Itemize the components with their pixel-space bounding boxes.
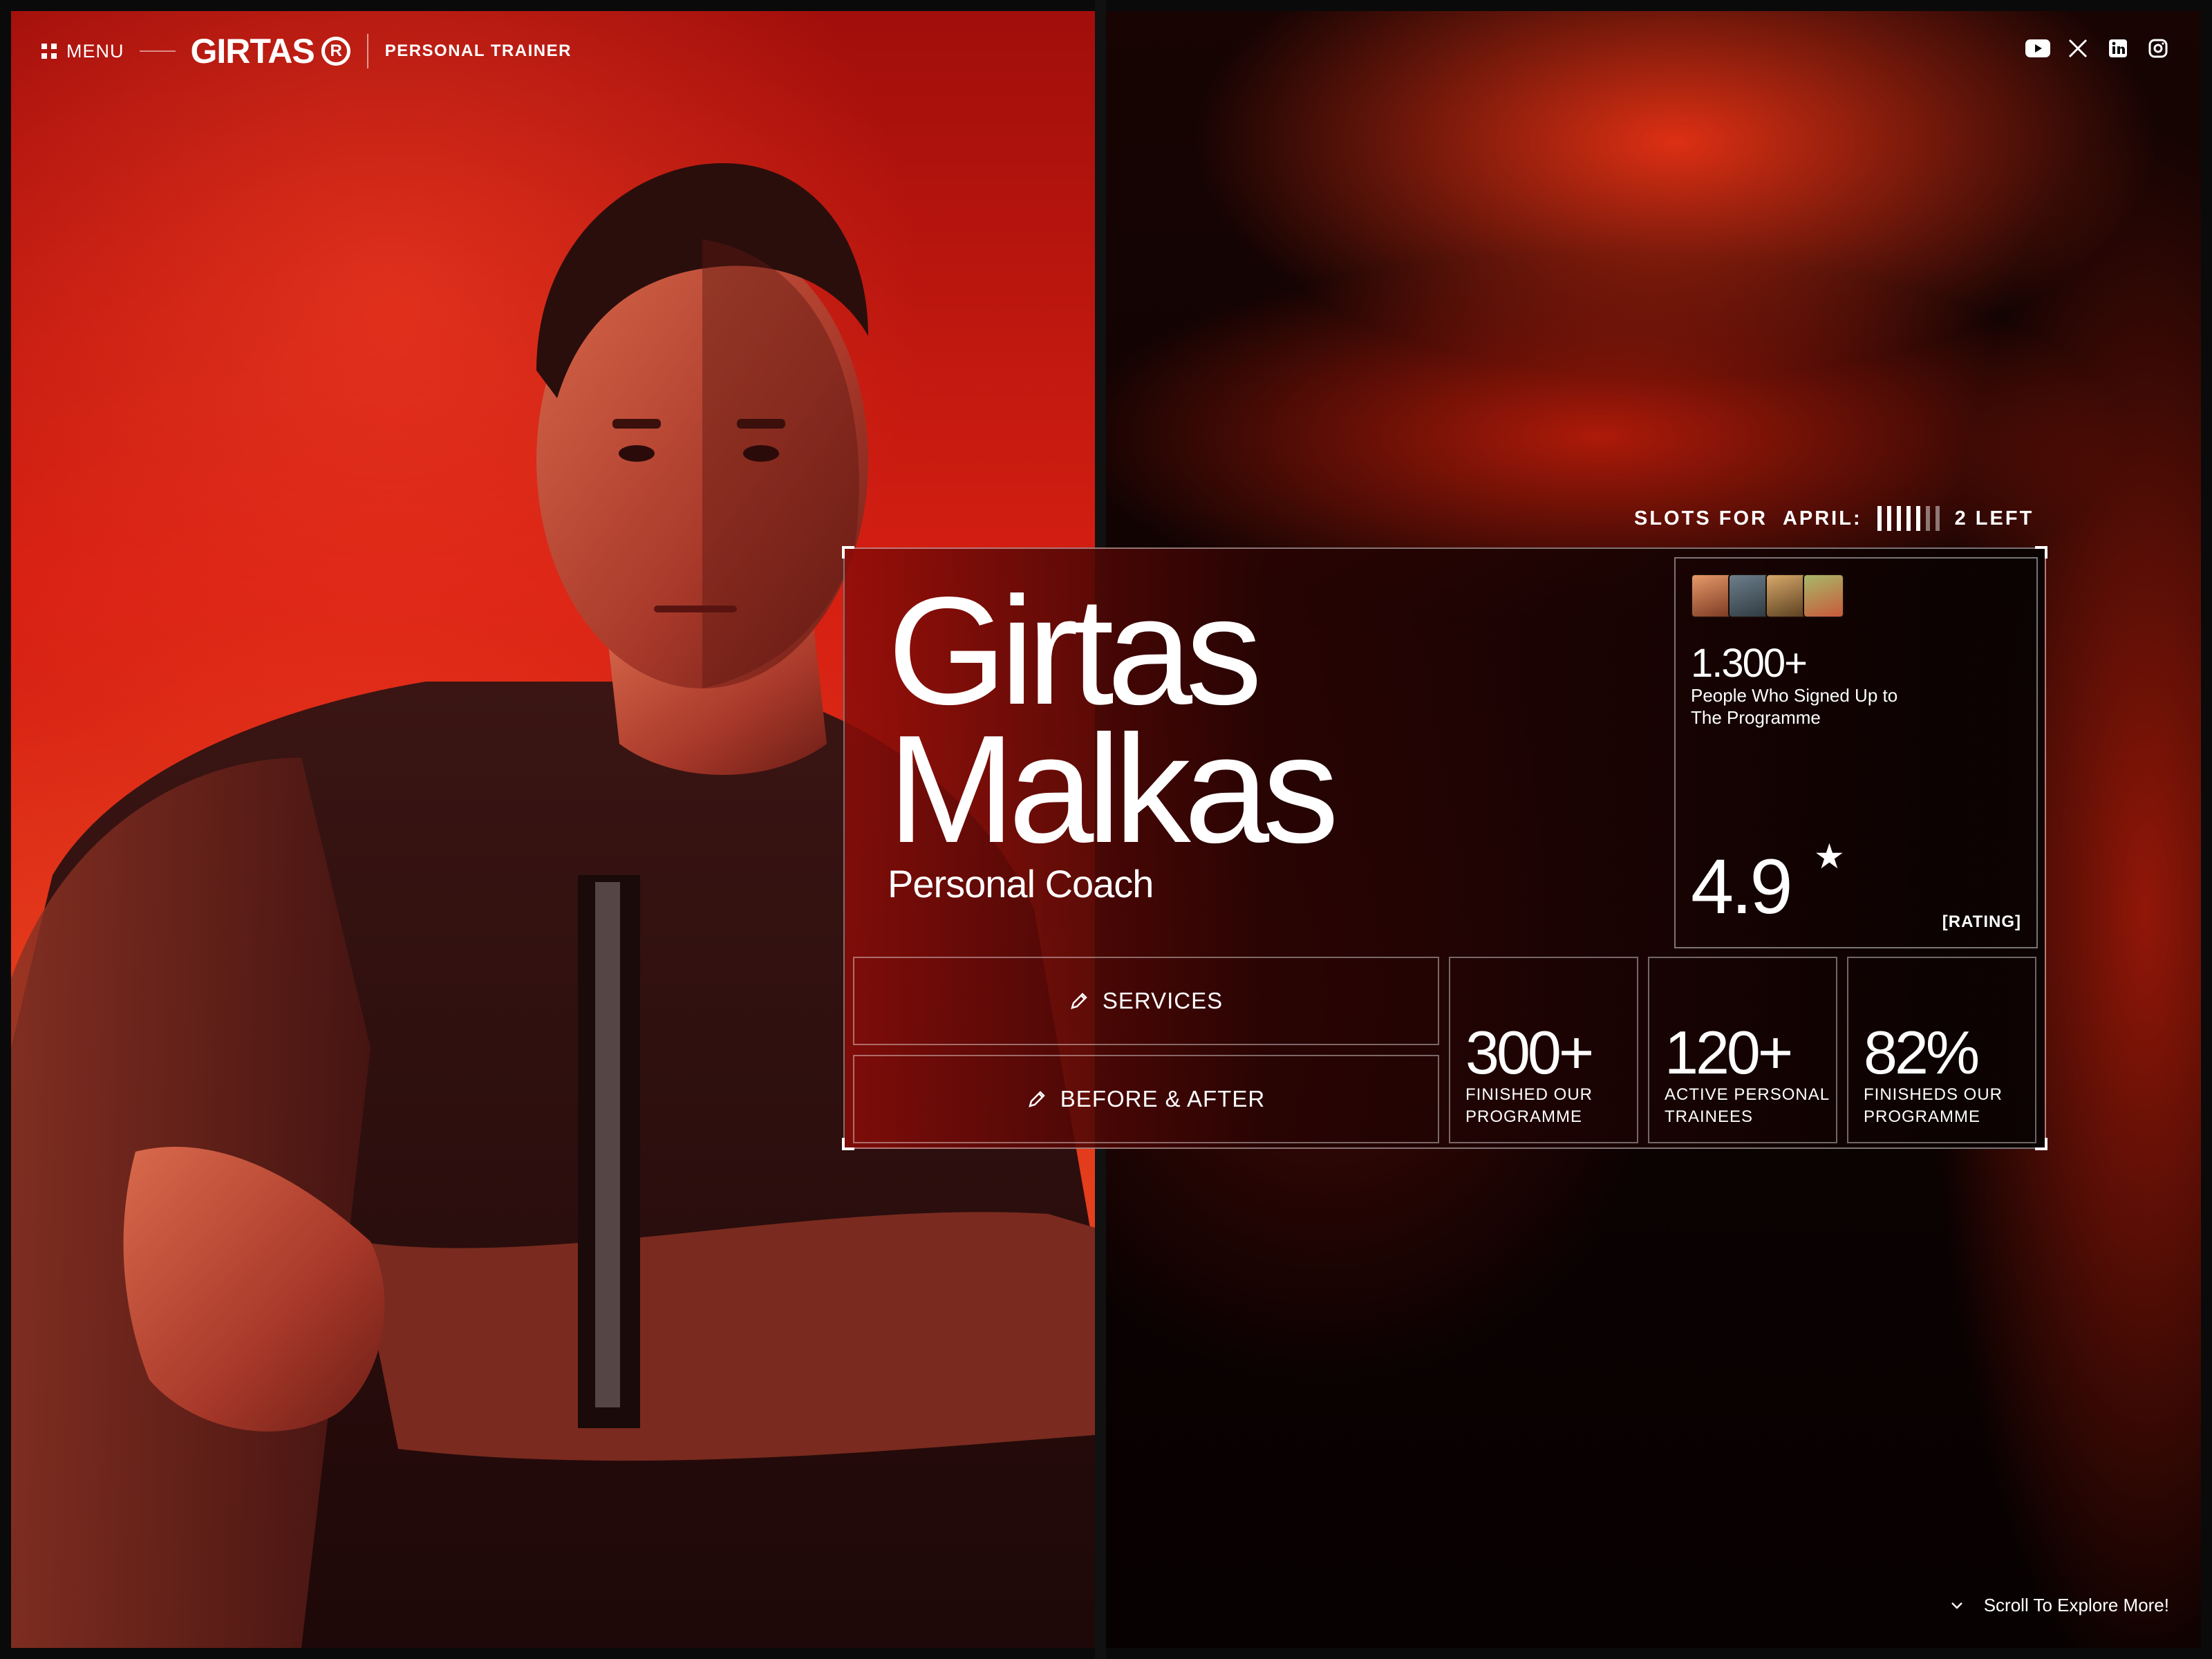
metric-completion-rate: 82% FINISHEDS OUR PROGRAMME: [1847, 957, 2036, 1143]
people-label: People Who Signed Up to The Programme: [1691, 685, 1898, 728]
slots-month: APRIL:: [1782, 507, 1862, 529]
youtube-icon[interactable]: [2025, 36, 2050, 61]
slots-availability: SLOTS FOR APRIL: 2 LEFT: [1634, 506, 2034, 531]
slot-bar: [1935, 506, 1940, 531]
social-links: [2025, 36, 2171, 61]
metric-value: 82%: [1864, 1018, 1980, 1087]
slot-bar: [1906, 506, 1911, 531]
metric-value: 120+: [1665, 1018, 1793, 1087]
star-icon: ★: [1814, 837, 1845, 876]
slot-bar: [1877, 506, 1882, 531]
avatar: [1691, 574, 1732, 618]
slots-label: SLOTS FOR: [1634, 507, 1768, 529]
divider-line: [139, 50, 176, 52]
signup-stats-box: 1.300+ People Who Signed Up to The Progr…: [1674, 557, 2038, 948]
trainer-role: Personal Coach: [888, 862, 1154, 906]
registered-mark-icon: R: [321, 37, 350, 66]
corner-marker: [2035, 1138, 2047, 1150]
avatar: [1803, 574, 1844, 618]
avatar: [1765, 574, 1807, 618]
menu-button[interactable]: MENU: [41, 41, 124, 62]
linkedin-icon[interactable]: [2106, 36, 2130, 61]
brand-tagline: PERSONAL TRAINER: [384, 41, 572, 60]
people-count: 1.300+: [1691, 641, 1808, 686]
brand-name: GIRTAS: [190, 32, 315, 71]
instagram-icon[interactable]: [2146, 36, 2171, 61]
before-after-label: BEFORE & AFTER: [1060, 1086, 1266, 1112]
metric-label: FINISHEDS OUR PROGRAMME: [1864, 1085, 2003, 1126]
client-avatars: [1691, 574, 1844, 618]
top-navigation: MENU GIRTAS R PERSONAL TRAINER: [41, 30, 572, 72]
slot-bar: [1896, 506, 1901, 531]
metric-active-trainees: 120+ ACTIVE PERSONAL TRAINEES: [1648, 957, 1837, 1143]
metric-value: 300+: [1465, 1018, 1594, 1087]
slot-bar: [1915, 506, 1920, 531]
slots-remaining: 2 LEFT: [1954, 507, 2034, 529]
divider-bar: [366, 34, 368, 68]
slot-bar: [1925, 506, 1930, 531]
slot-bar: [1886, 506, 1891, 531]
services-button[interactable]: SERVICES: [853, 957, 1439, 1045]
scroll-hint[interactable]: Scroll To Explore More!: [1951, 1595, 2169, 1616]
x-icon[interactable]: [2065, 36, 2090, 61]
before-after-button[interactable]: BEFORE & AFTER: [853, 1055, 1439, 1143]
brand-logo[interactable]: GIRTAS R: [191, 31, 350, 71]
hero-card: Girtas Malkas Personal Coach 1.300+ Peop…: [842, 546, 2047, 1150]
corner-marker: [842, 546, 854, 559]
pencil-icon: [1028, 1091, 1045, 1107]
services-label: SERVICES: [1102, 988, 1224, 1013]
slots-progress-bars: [1877, 506, 1940, 531]
trainer-last-name: Malkas: [888, 704, 1339, 875]
chevron-down-icon: [1951, 1602, 1962, 1609]
pencil-icon: [1071, 993, 1087, 1009]
rating-label: [RATING]: [1942, 912, 2021, 931]
metric-label: FINISHED OUR PROGRAMME: [1465, 1085, 1593, 1126]
avatar: [1728, 574, 1770, 618]
metric-label: ACTIVE PERSONAL TRAINEES: [1665, 1085, 1830, 1126]
rating-value: 4.9: [1691, 843, 1793, 930]
menu-label: MENU: [66, 40, 124, 62]
trainer-name: Girtas Malkas: [888, 574, 1339, 866]
metric-finished: 300+ FINISHED OUR PROGRAMME: [1449, 957, 1638, 1143]
scroll-hint-label: Scroll To Explore More!: [1983, 1595, 2169, 1615]
menu-grid-icon: [41, 44, 57, 59]
